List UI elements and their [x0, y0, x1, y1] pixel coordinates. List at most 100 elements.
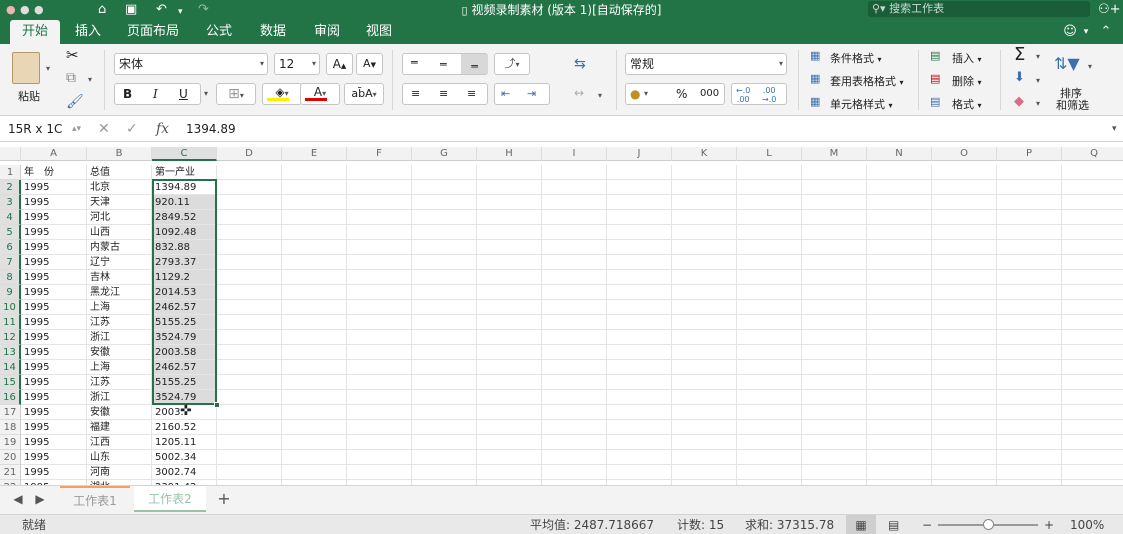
cell-a20[interactable]: 1995: [21, 450, 87, 465]
row-header[interactable]: 21: [0, 465, 21, 480]
column-header-i[interactable]: I: [542, 147, 607, 161]
column-header-d[interactable]: D: [217, 147, 282, 161]
bold-button[interactable]: B: [123, 84, 132, 104]
cell-f8[interactable]: [347, 270, 412, 285]
cell-n6[interactable]: [867, 240, 932, 255]
cell-o18[interactable]: [932, 420, 997, 435]
cell-h14[interactable]: [477, 360, 542, 375]
cell-n13[interactable]: [867, 345, 932, 360]
cell-k3[interactable]: [672, 195, 737, 210]
cell-f11[interactable]: [347, 315, 412, 330]
cell-m10[interactable]: [802, 300, 867, 315]
cell-p6[interactable]: [997, 240, 1062, 255]
cell-a17[interactable]: 1995: [21, 405, 87, 420]
cell-i9[interactable]: [542, 285, 607, 300]
cell-n4[interactable]: [867, 210, 932, 225]
cell-h1[interactable]: [477, 165, 542, 180]
row-header[interactable]: 10: [0, 300, 21, 315]
cell-h13[interactable]: [477, 345, 542, 360]
cell-m7[interactable]: [802, 255, 867, 270]
cell-p17[interactable]: [997, 405, 1062, 420]
cell-g7[interactable]: [412, 255, 477, 270]
zoom-out-button[interactable]: −: [922, 515, 932, 534]
cell-a7[interactable]: 1995: [21, 255, 87, 270]
cell-p7[interactable]: [997, 255, 1062, 270]
cell-e19[interactable]: [282, 435, 347, 450]
row-header[interactable]: 19: [0, 435, 21, 450]
cell-o19[interactable]: [932, 435, 997, 450]
cell-m11[interactable]: [802, 315, 867, 330]
cell-b7[interactable]: 辽宁: [87, 255, 152, 270]
cell-a19[interactable]: 1995: [21, 435, 87, 450]
cell-g12[interactable]: [412, 330, 477, 345]
cell-n9[interactable]: [867, 285, 932, 300]
align-right-icon[interactable]: ≡: [467, 84, 476, 104]
cell-d1[interactable]: [217, 165, 282, 180]
cell-h3[interactable]: [477, 195, 542, 210]
row-header[interactable]: 20: [0, 450, 21, 465]
italic-button[interactable]: I: [153, 84, 158, 104]
cell-h5[interactable]: [477, 225, 542, 240]
select-all-corner[interactable]: [0, 147, 21, 161]
cell-l6[interactable]: [737, 240, 802, 255]
cell-j8[interactable]: [607, 270, 672, 285]
tab-data[interactable]: 数据: [252, 20, 294, 44]
cell-n18[interactable]: [867, 420, 932, 435]
cell-l8[interactable]: [737, 270, 802, 285]
cell-d2[interactable]: [217, 180, 282, 195]
cell-f2[interactable]: [347, 180, 412, 195]
cell-q21[interactable]: [1062, 465, 1123, 480]
cell-e15[interactable]: [282, 375, 347, 390]
cell-p16[interactable]: [997, 390, 1062, 405]
cell-p15[interactable]: [997, 375, 1062, 390]
cell-i7[interactable]: [542, 255, 607, 270]
borders-button[interactable]: ⊞▾: [216, 83, 256, 105]
merge-dropdown-icon[interactable]: ▾: [598, 91, 602, 100]
cell-k18[interactable]: [672, 420, 737, 435]
copy-icon[interactable]: ⧉: [66, 70, 76, 86]
cell-j12[interactable]: [607, 330, 672, 345]
zoom-slider-track[interactable]: [938, 519, 1038, 530]
row-header[interactable]: 5: [0, 225, 21, 240]
comma-style-button[interactable]: 000: [700, 84, 719, 104]
cell-i20[interactable]: [542, 450, 607, 465]
row-header[interactable]: 14: [0, 360, 21, 375]
cell-j7[interactable]: [607, 255, 672, 270]
cell-g4[interactable]: [412, 210, 477, 225]
cell-a3[interactable]: 1995: [21, 195, 87, 210]
cell-l17[interactable]: [737, 405, 802, 420]
cell-m15[interactable]: [802, 375, 867, 390]
cell-e7[interactable]: [282, 255, 347, 270]
cell-k6[interactable]: [672, 240, 737, 255]
align-center-icon[interactable]: ≡: [439, 84, 448, 104]
cell-p9[interactable]: [997, 285, 1062, 300]
cell-o15[interactable]: [932, 375, 997, 390]
cell-i5[interactable]: [542, 225, 607, 240]
expand-formula-bar-icon[interactable]: ▾: [1112, 116, 1117, 142]
row-header[interactable]: 16: [0, 390, 21, 405]
spreadsheet-grid[interactable]: ABCDEFGHIJKLMNOPQ 1 2 3 4 5 6 7 8 9 10 11 12 13 14 15 1…: [0, 147, 1123, 485]
cell-b3[interactable]: 天津: [87, 195, 152, 210]
cell-m17[interactable]: [802, 405, 867, 420]
cell-e20[interactable]: [282, 450, 347, 465]
zoom-slider-thumb[interactable]: [983, 519, 994, 530]
tab-view[interactable]: 视图: [358, 20, 400, 44]
column-header-f[interactable]: F: [347, 147, 412, 161]
cell-g18[interactable]: [412, 420, 477, 435]
cell-n3[interactable]: [867, 195, 932, 210]
cell-m21[interactable]: [802, 465, 867, 480]
cell-d18[interactable]: [217, 420, 282, 435]
cell-h16[interactable]: [477, 390, 542, 405]
cell-g11[interactable]: [412, 315, 477, 330]
cell-e18[interactable]: [282, 420, 347, 435]
cell-j20[interactable]: [607, 450, 672, 465]
cell-n15[interactable]: [867, 375, 932, 390]
cell-n14[interactable]: [867, 360, 932, 375]
cell-o8[interactable]: [932, 270, 997, 285]
cell-o13[interactable]: [932, 345, 997, 360]
cell-h4[interactable]: [477, 210, 542, 225]
cell-d11[interactable]: [217, 315, 282, 330]
column-header-e[interactable]: E: [282, 147, 347, 161]
chevron-down-icon[interactable]: ▾: [644, 84, 648, 104]
cell-q7[interactable]: [1062, 255, 1123, 270]
